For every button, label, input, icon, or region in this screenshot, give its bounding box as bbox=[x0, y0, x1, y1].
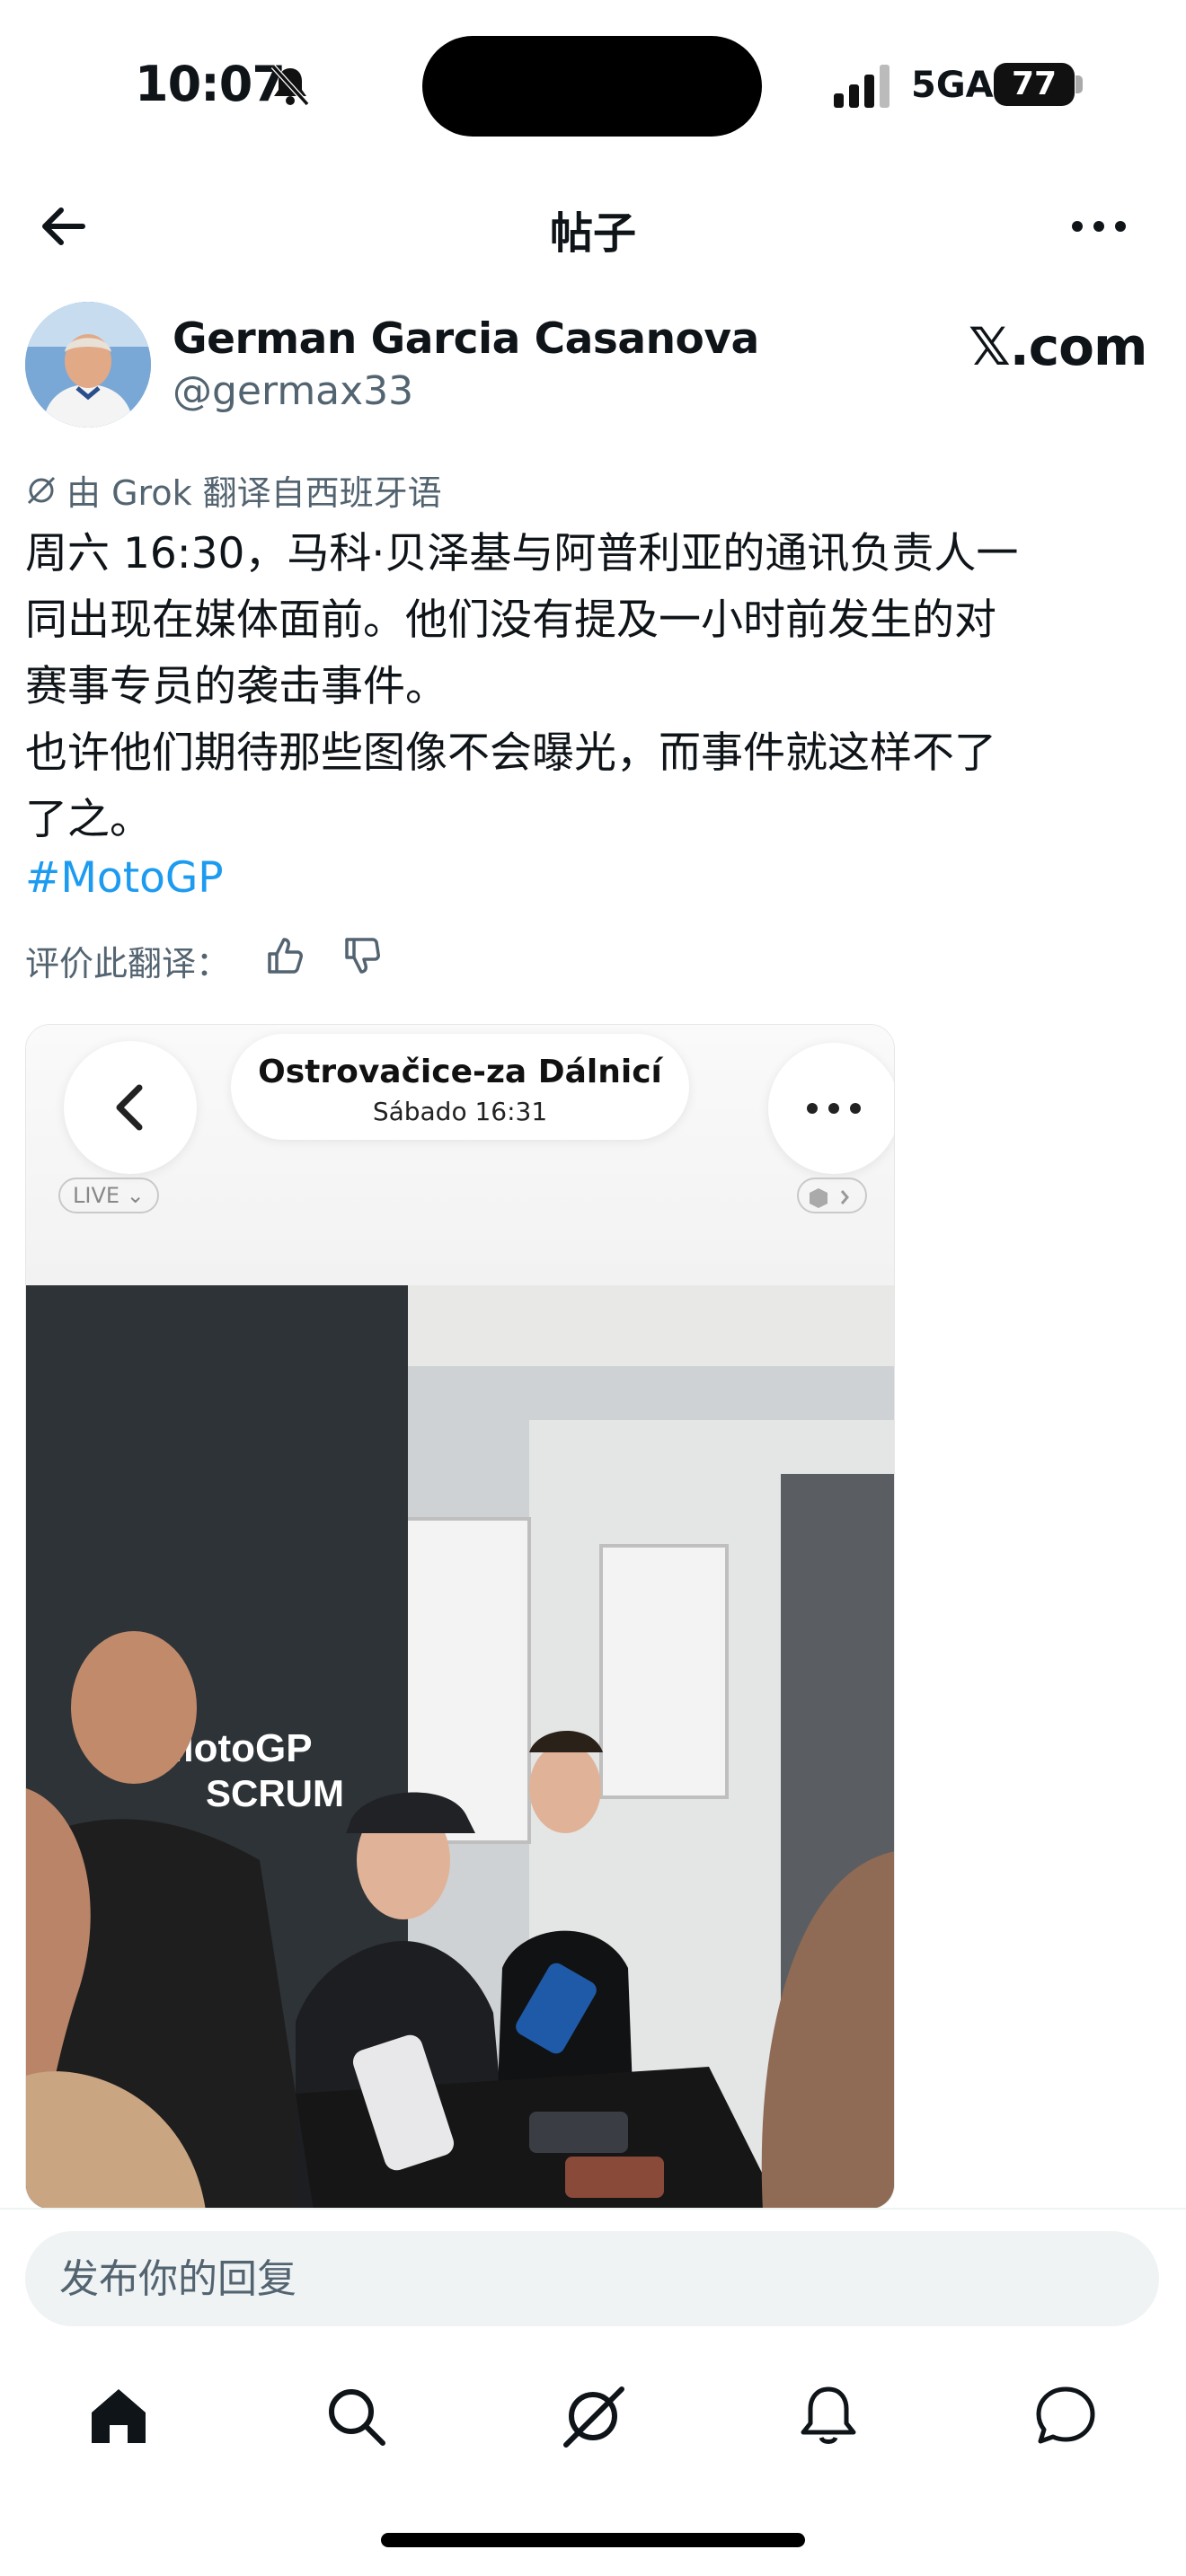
battery-indicator: 77 bbox=[994, 63, 1075, 106]
rate-translation-label: 评价此翻译： bbox=[25, 944, 231, 984]
x-com-watermark: 𝕏.com bbox=[969, 316, 1147, 377]
embedded-more-button bbox=[768, 1043, 894, 1174]
reply-box[interactable] bbox=[25, 2231, 1159, 2326]
more-options-icon[interactable] bbox=[1069, 208, 1128, 244]
embedded-location-pill: Ostrovačice-za Dálnicí Sábado 16:31 bbox=[231, 1034, 689, 1140]
chevron-left-icon bbox=[116, 1084, 143, 1131]
home-indicator[interactable] bbox=[381, 2533, 805, 2547]
reply-separator bbox=[0, 2208, 1186, 2210]
battery-nub bbox=[1075, 75, 1083, 93]
translation-note: 由 Grok 翻译自西班牙语 bbox=[25, 465, 442, 515]
search-icon[interactable] bbox=[320, 2380, 392, 2452]
reply-input[interactable] bbox=[59, 2231, 1120, 2326]
back-arrow-icon[interactable] bbox=[36, 199, 90, 253]
embedded-more-icon bbox=[807, 1103, 861, 1114]
embedded-app-header: Ostrovačice-za Dálnicí Sábado 16:31 LIVE… bbox=[26, 1025, 894, 1285]
hashtag-link[interactable]: #MotoGP bbox=[25, 853, 224, 903]
bell-muted-icon bbox=[270, 64, 310, 107]
grok-icon[interactable] bbox=[557, 2380, 629, 2452]
author-avatar[interactable] bbox=[25, 302, 151, 428]
embedded-cube-badge bbox=[797, 1178, 867, 1213]
home-icon[interactable] bbox=[83, 2380, 155, 2452]
thumbs-down-icon[interactable] bbox=[341, 934, 385, 977]
page-title: 帖子 bbox=[549, 208, 636, 259]
post-text: 周六 16:30，马科·贝泽基与阿普利亚的通讯负责人一 同出现在媒体面前。他们没… bbox=[25, 529, 1019, 844]
embedded-location-time: Sábado 16:31 bbox=[372, 1097, 548, 1126]
embedded-live-label: LIVE bbox=[73, 1183, 120, 1208]
author-name[interactable]: German Garcia Casanova bbox=[173, 314, 759, 364]
notifications-bell-icon[interactable] bbox=[792, 2380, 864, 2452]
author-handle[interactable]: @germax33 bbox=[173, 368, 413, 414]
messages-icon[interactable] bbox=[1030, 2380, 1102, 2452]
status-time: 10:07 bbox=[135, 56, 286, 112]
network-type: 5GA bbox=[911, 65, 994, 106]
cellular-signal-icon bbox=[834, 65, 890, 108]
post-media-image[interactable]: Ostrovačice-za Dálnicí Sábado 16:31 LIVE… bbox=[25, 1024, 895, 2210]
embedded-back-button bbox=[64, 1041, 197, 1174]
embedded-live-badge: LIVE ⌄ bbox=[58, 1178, 159, 1213]
photo-banner-line2: SCRUM bbox=[206, 1772, 344, 1814]
translation-note-text: 由 Grok 翻译自西班牙语 bbox=[66, 473, 442, 513]
thumbs-up-icon[interactable] bbox=[264, 934, 307, 977]
press-scrum-photo: MotoGP SCRUM bbox=[26, 1285, 894, 2209]
cube-icon bbox=[810, 1188, 849, 1208]
embedded-location-name: Ostrovačice-za Dálnicí bbox=[258, 1054, 662, 1090]
dynamic-island bbox=[422, 36, 762, 137]
grok-icon bbox=[27, 476, 56, 504]
